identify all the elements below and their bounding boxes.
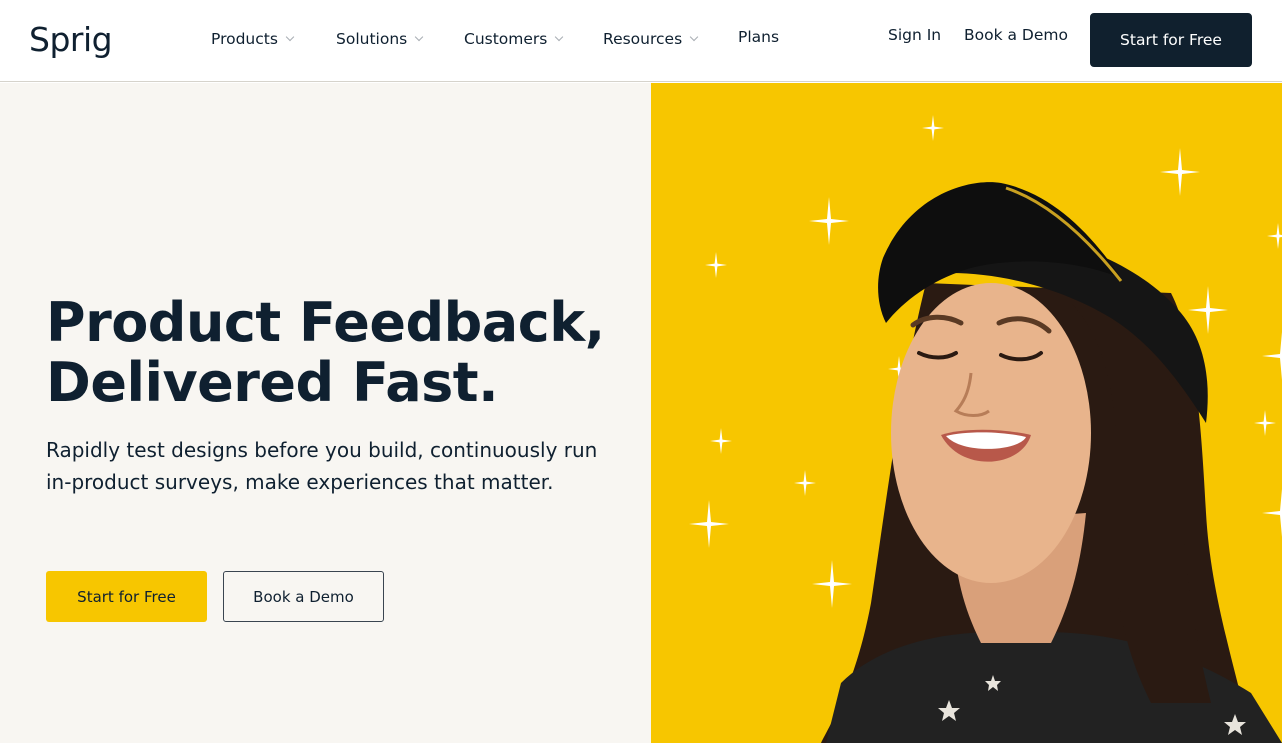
- chevron-down-icon: [414, 32, 424, 42]
- sparkle-icon: [812, 560, 852, 608]
- start-free-header-button[interactable]: Start for Free: [1090, 13, 1252, 67]
- nav-customers[interactable]: Customers: [464, 27, 564, 51]
- nav-plans[interactable]: Plans: [738, 25, 779, 49]
- nav-products[interactable]: Products: [211, 27, 295, 51]
- nav-solutions[interactable]: Solutions: [336, 27, 424, 51]
- hero-title-line1: Product Feedback,: [46, 291, 605, 354]
- nav-plans-label: Plans: [738, 28, 780, 46]
- hero-title-line2: Delivered Fast.: [46, 351, 499, 414]
- chevron-down-icon: [689, 32, 699, 42]
- hero-content: Product Feedback, Delivered Fast. Rapidl…: [0, 83, 651, 743]
- start-free-button[interactable]: Start for Free: [46, 571, 207, 622]
- nav-products-label: Products: [211, 30, 278, 48]
- sparkle-icon: [710, 428, 732, 454]
- sparkle-icon: [1188, 286, 1228, 334]
- sparkle-icon: [1160, 148, 1200, 196]
- sparkle-icon: [922, 115, 944, 141]
- hero-image: [651, 83, 1282, 743]
- sign-in-link[interactable]: Sign In: [888, 26, 941, 44]
- sparkle-icon: [705, 252, 727, 278]
- sprig-logo[interactable]: Sprig: [29, 18, 119, 62]
- site-header: Sprig Products Solutions Customers Resou…: [0, 0, 1282, 82]
- sparkle-icon: [1262, 332, 1282, 380]
- chevron-down-icon: [285, 32, 295, 42]
- hero-subtitle: Rapidly test designs before you build, c…: [46, 438, 598, 494]
- book-demo-button[interactable]: Book a Demo: [223, 571, 384, 622]
- book-demo-link[interactable]: Book a Demo: [964, 26, 1068, 44]
- sparkle-icon: [794, 470, 816, 496]
- sparkle-icon: [689, 500, 729, 548]
- nav-solutions-label: Solutions: [336, 30, 408, 48]
- nav-resources-label: Resources: [603, 30, 683, 48]
- sparkle-icon: [1267, 223, 1282, 249]
- chevron-down-icon: [555, 32, 564, 42]
- nav-resources[interactable]: Resources: [603, 27, 699, 51]
- sparkle-icon: [1262, 489, 1282, 537]
- hero-photo-illustration: [689, 115, 1282, 743]
- sparkle-icon: [1254, 410, 1276, 436]
- nav-customers-label: Customers: [464, 30, 548, 48]
- sparkle-icon: [809, 197, 849, 245]
- hero-title: Product Feedback, Delivered Fast.: [46, 293, 646, 413]
